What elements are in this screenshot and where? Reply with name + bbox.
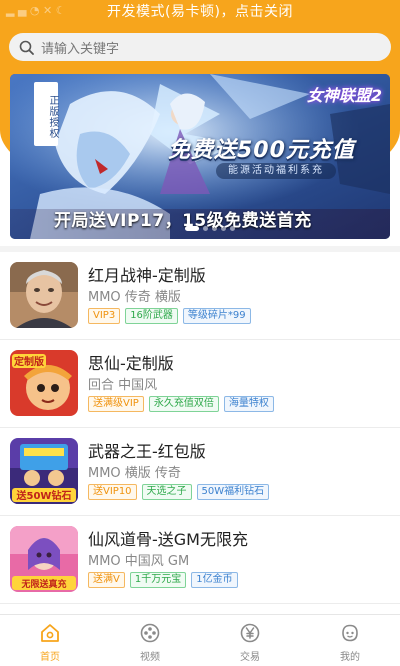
game-tag: 1千万元宝 — [129, 572, 187, 588]
tab-home[interactable]: 首页 — [0, 615, 100, 666]
icon-label: 送50W钻石 — [16, 489, 72, 502]
game-icon — [10, 262, 78, 328]
game-list-item[interactable]: 定制版 思仙-定制版 回合 中国风 送满级VIP 永久充值双倍 海量特权 — [0, 340, 400, 428]
game-meta: MMO 传奇 横版 — [88, 290, 181, 305]
dev-mode-banner[interactable]: 开发模式(易卡顿)，点击关闭 — [0, 0, 400, 26]
game-title: 武器之王-红包版 — [88, 442, 206, 461]
game-logo: 女神联盟2 — [306, 86, 382, 105]
search-icon — [19, 40, 34, 55]
game-tags: 送满V 1千万元宝 1亿金币 — [88, 572, 238, 588]
carousel-dot[interactable] — [221, 226, 226, 231]
game-icon: 无限送真充 — [10, 526, 78, 592]
yuan-icon — [240, 623, 260, 643]
carousel-dot[interactable] — [203, 226, 208, 231]
banner-headline: 免费送500元充值 — [168, 138, 355, 163]
game-tag: 1亿金币 — [191, 572, 238, 588]
banner-footer-text: 开局送VIP17，15级免费送首充 — [54, 211, 312, 231]
game-tag: 50W福利钻石 — [196, 484, 270, 500]
game-meta: 回合 中国风 — [88, 378, 158, 393]
icon-label: 定制版 — [14, 355, 44, 368]
official-license-tag: 正版授权 — [34, 82, 58, 146]
game-icon: 送50W钻石 — [10, 438, 78, 504]
game-tag: 送满级VIP — [88, 396, 144, 412]
game-meta: MMO 横版 传奇 — [88, 466, 181, 481]
carousel-dot[interactable] — [230, 226, 235, 231]
header-area: ▂ ▄ ◔ ✕ ☾ 开发模式(易卡顿)，点击关闭 请输入关键字 正版授权 女神联… — [0, 0, 400, 250]
search-bar[interactable]: 请输入关键字 — [9, 33, 391, 61]
game-list-item[interactable]: 红月战神-定制版 MMO 传奇 横版 VIP3 16阶武器 等级碎片*99 — [0, 252, 400, 340]
game-tag: 送VIP10 — [88, 484, 137, 500]
tab-label: 视频 — [140, 652, 160, 663]
video-icon — [140, 623, 160, 643]
game-tags: 送VIP10 天选之子 50W福利钻石 — [88, 484, 270, 500]
profile-icon — [342, 624, 358, 642]
tab-label: 交易 — [240, 652, 260, 663]
game-title: 思仙-定制版 — [88, 354, 174, 373]
game-tag: 天选之子 — [141, 484, 192, 500]
tab-profile[interactable]: 我的 — [300, 615, 400, 666]
bottom-tab-bar: 首页 视频 交易 我的 — [0, 614, 400, 666]
game-tag: 等级碎片*99 — [182, 308, 251, 324]
promo-banner[interactable]: 正版授权 女神联盟2 免费送500元充值 能源活动福利系充 开局送VIP17，1… — [10, 74, 390, 239]
tab-trade[interactable]: 交易 — [200, 615, 300, 666]
game-list-item[interactable]: 送50W钻石 武器之王-红包版 MMO 横版 传奇 送VIP10 天选之子 50… — [0, 428, 400, 516]
tab-video[interactable]: 视频 — [100, 615, 200, 666]
search-input[interactable]: 请输入关键字 — [41, 38, 119, 57]
game-title: 红月战神-定制版 — [88, 266, 206, 285]
game-tag: 送满V — [88, 572, 125, 588]
tab-label: 我的 — [340, 652, 360, 663]
home-icon — [41, 624, 59, 642]
banner-subline: 能源活动福利系充 — [216, 163, 336, 179]
game-icon: 定制版 — [10, 350, 78, 416]
game-tags: 送满级VIP 永久充值双倍 海量特权 — [88, 396, 274, 412]
game-meta: MMO 中国风 GM — [88, 554, 190, 569]
game-title: 仙风道骨-送GM无限充 — [88, 530, 248, 549]
icon-label: 无限送真充 — [20, 578, 66, 590]
carousel-dot[interactable] — [212, 226, 217, 231]
game-tags: VIP3 16阶武器 等级碎片*99 — [88, 308, 251, 324]
game-tag: VIP3 — [88, 308, 121, 324]
game-list-item[interactable]: 无限送真充 仙风道骨-送GM无限充 MMO 中国风 GM 送满V 1千万元宝 1… — [0, 516, 400, 604]
tab-label: 首页 — [40, 652, 60, 663]
carousel-dot[interactable] — [185, 226, 199, 231]
game-tag: 海量特权 — [223, 396, 274, 412]
game-tag: 16阶武器 — [125, 308, 178, 324]
carousel-indicator[interactable] — [185, 226, 235, 231]
game-list: 红月战神-定制版 MMO 传奇 横版 VIP3 16阶武器 等级碎片*99 定制… — [0, 252, 400, 604]
game-tag: 永久充值双倍 — [148, 396, 219, 412]
